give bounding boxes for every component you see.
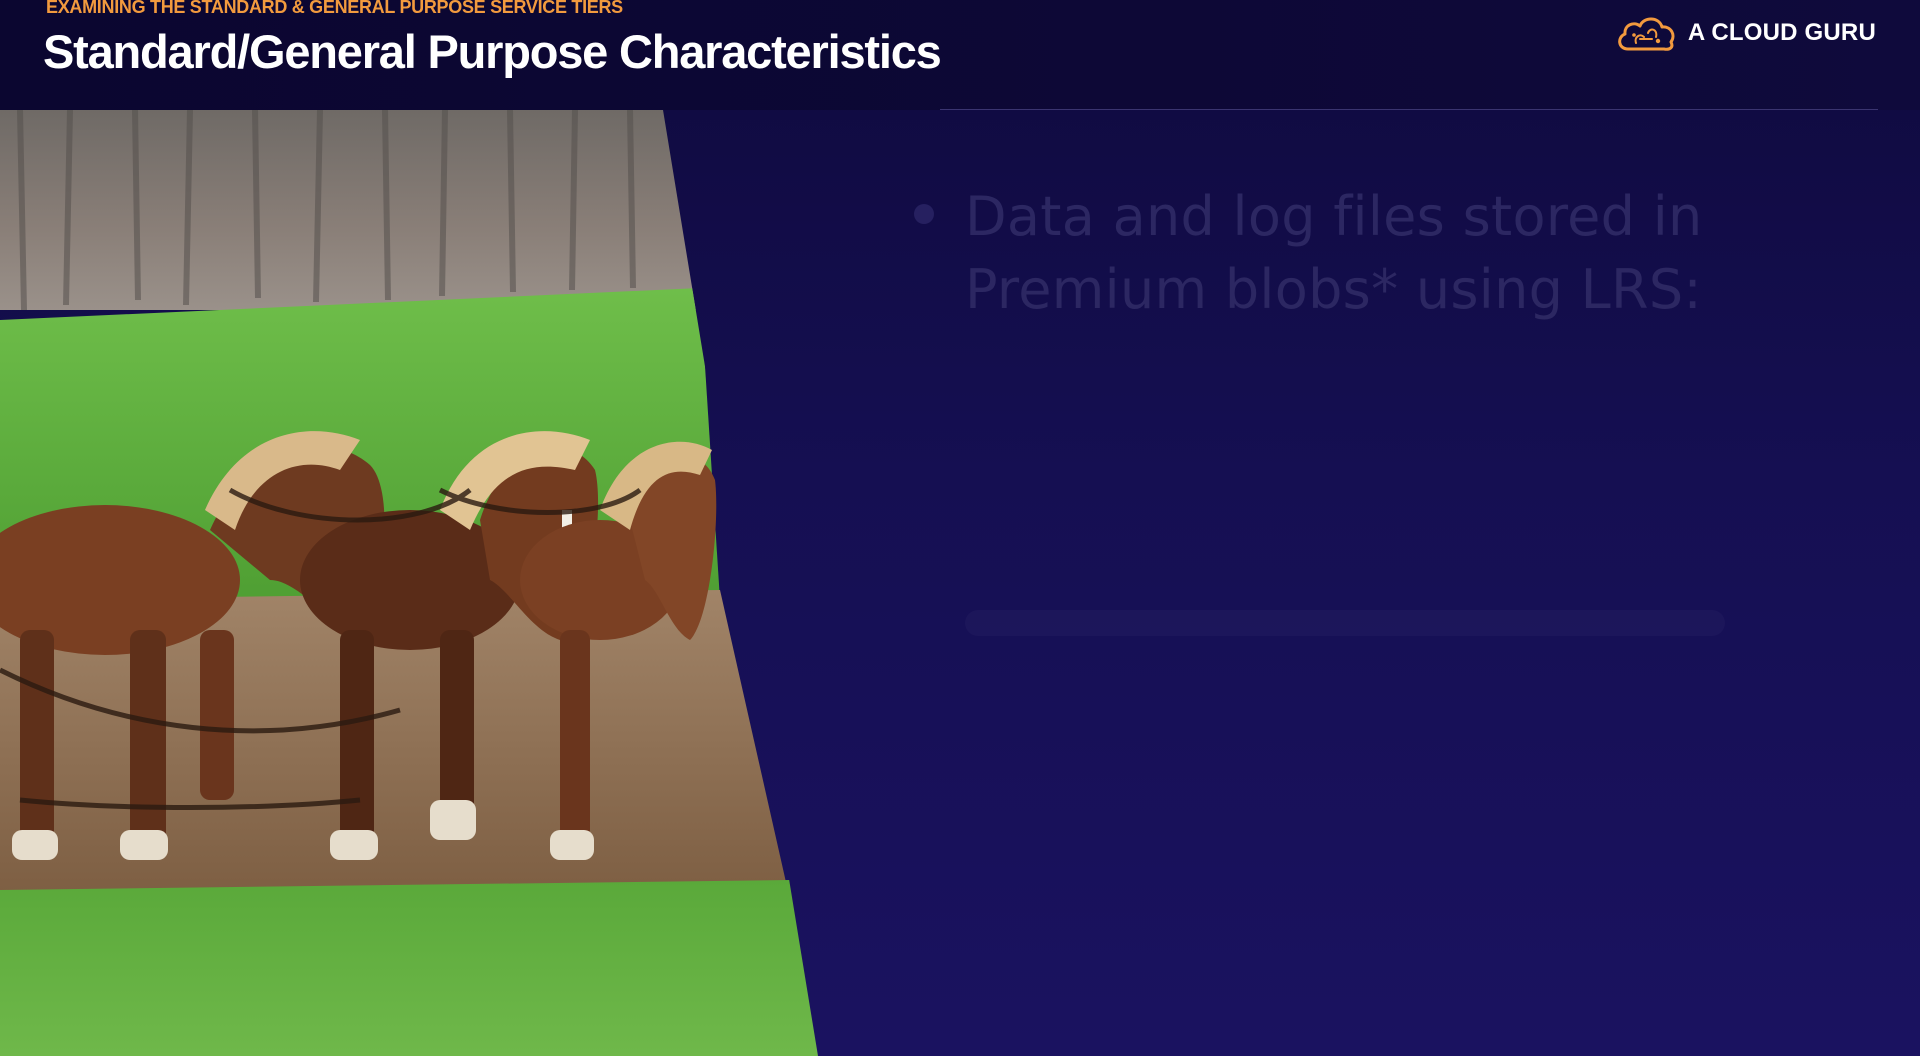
bullet-item: Data and log files stored in Premium blo… (910, 180, 1750, 326)
section-eyebrow: EXAMINING THE STANDARD & GENERAL PURPOSE… (46, 0, 623, 17)
bullet-text: Data and log files stored in Premium blo… (965, 185, 1703, 321)
slide-title: Standard/General Purpose Characteristics (43, 25, 942, 78)
faint-text-placeholder (965, 610, 1725, 636)
bullet-list: Data and log files stored in Premium blo… (910, 180, 1750, 326)
bullet-dot-icon (914, 204, 934, 224)
cloud-logo-icon (1618, 17, 1675, 51)
slide-header: EXAMINING THE STANDARD & GENERAL PURPOSE… (0, 0, 1920, 110)
header-divider (940, 109, 1878, 110)
slide: EXAMINING THE STANDARD & GENERAL PURPOSE… (0, 0, 1920, 1056)
brand-name: A CLOUD GURU (1687, 19, 1876, 46)
horses-plowing-photo (0, 110, 818, 1056)
brand-logo: A CLOUD GURU (1614, 13, 1876, 53)
